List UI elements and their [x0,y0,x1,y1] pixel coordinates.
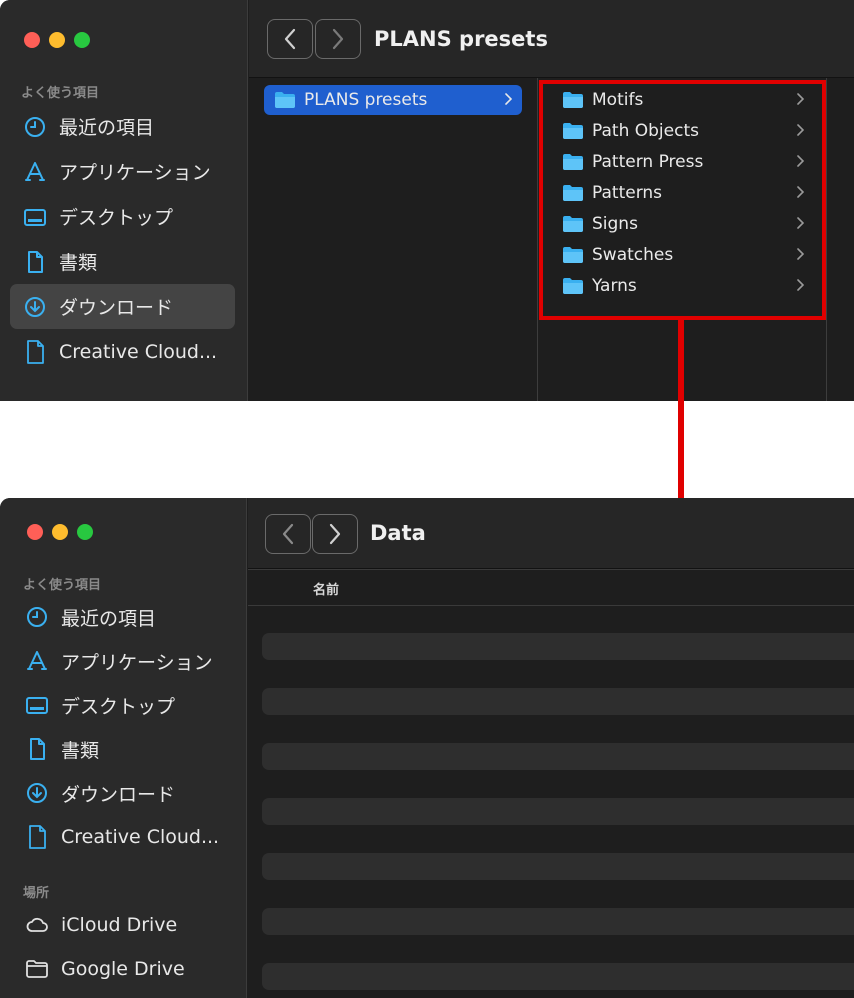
sidebar-item-label: ダウンロード [61,783,176,806]
sidebar-item-documents[interactable]: 書類 [12,727,237,771]
sidebar-item-recents[interactable]: 最近の項目 [12,595,237,639]
sidebar-item-label: デスクトップ [59,207,174,229]
empty-list-row [262,908,854,935]
document-icon [24,736,50,762]
sidebar-item-desktop[interactable]: デスクトップ [10,194,235,239]
sidebar-item-desktop[interactable]: デスクトップ [12,683,237,727]
applications-icon [24,648,50,674]
chevron-left-icon [282,523,294,545]
back-button[interactable] [267,19,313,59]
close-window-button[interactable] [24,32,40,48]
chevron-right-icon [329,523,341,545]
minimize-window-button[interactable] [52,524,68,540]
download-icon [22,294,48,320]
sidebar-item-documents[interactable]: 書類 [10,239,235,284]
favorites-list: 最近の項目 アプリケーション デスクトップ 書類 ダウンロード Creative… [10,104,235,374]
sidebar-item-creative-cloud[interactable]: Creative Cloud... [12,815,237,859]
chevron-left-icon [284,28,296,50]
sidebar-item-label: アプリケーション [61,651,213,674]
clock-icon [22,114,48,140]
sidebar-item-google-drive[interactable]: Google Drive [12,947,237,991]
favorites-header: よく使う項目 [23,578,102,593]
sidebar: よく使う項目 最近の項目 アプリケーション デスクトップ 書類 ダウンロード C… [0,498,247,998]
applications-icon [22,159,48,185]
cloud-icon [24,912,50,938]
chevron-right-icon [332,28,344,50]
column-item-plans-presets[interactable]: PLANS presets [264,85,522,115]
locations-list: iCloud Drive Google Drive [12,903,237,991]
download-icon [24,780,50,806]
desktop-icon [22,204,48,230]
empty-list-row [262,688,854,715]
folder-icon [275,92,295,108]
sidebar-item-downloads[interactable]: ダウンロード [12,771,237,815]
sidebar-item-label: Creative Cloud... [59,340,218,363]
finder-window-data: よく使う項目 最近の項目 アプリケーション デスクトップ 書類 ダウンロード C… [0,498,854,998]
back-button[interactable] [265,514,311,554]
window-controls [24,32,90,48]
empty-list-row [262,963,854,990]
window-controls [27,524,93,540]
empty-list-row [262,743,854,770]
empty-list-row [262,633,854,660]
locations-header: 場所 [23,886,50,901]
forward-button[interactable] [312,514,358,554]
column-3 [827,78,854,401]
desktop-icon [24,692,50,718]
sidebar-item-label: iCloud Drive [61,914,178,936]
file-icon [22,339,48,365]
clock-icon [24,604,50,630]
window-title: Data [370,521,426,545]
annotation-highlight-box [539,80,826,320]
column-1: PLANS presets [249,78,538,401]
sidebar-item-icloud-drive[interactable]: iCloud Drive [12,903,237,947]
empty-list-row [262,853,854,880]
sidebar-item-downloads[interactable]: ダウンロード [10,284,235,329]
sidebar-item-label: 書類 [59,252,98,274]
document-icon [22,249,48,275]
file-icon [24,824,50,850]
column-item-label: PLANS presets [304,90,428,110]
column-header-name[interactable]: 名前 [313,579,339,598]
sidebar-item-creative-cloud[interactable]: Creative Cloud... [10,329,235,374]
chevron-right-icon [505,93,512,105]
sidebar-item-label: 最近の項目 [59,117,155,139]
sidebar-item-label: デスクトップ [61,695,176,718]
sidebar-item-label: Creative Cloud... [61,826,220,848]
sidebar-item-applications[interactable]: アプリケーション [10,149,235,194]
sidebar-item-label: Google Drive [61,958,185,980]
folder-outline-icon [24,956,50,982]
sidebar-item-label: 書類 [61,739,100,762]
minimize-window-button[interactable] [49,32,65,48]
list-header: 名前 [248,569,854,606]
sidebar: よく使う項目 最近の項目 アプリケーション デスクトップ 書類 ダウンロード C… [0,0,248,401]
favorites-list: 最近の項目 アプリケーション デスクトップ 書類 ダウンロード Creative… [12,595,237,859]
empty-list-row [262,798,854,825]
zoom-window-button[interactable] [77,524,93,540]
toolbar: Data [248,498,854,569]
sidebar-item-applications[interactable]: アプリケーション [12,639,237,683]
window-title: PLANS presets [374,27,548,51]
sidebar-item-label: ダウンロード [59,297,174,319]
close-window-button[interactable] [27,524,43,540]
sidebar-item-recents[interactable]: 最近の項目 [10,104,235,149]
forward-button[interactable] [315,19,361,59]
toolbar: PLANS presets [249,0,854,78]
zoom-window-button[interactable] [74,32,90,48]
favorites-header: よく使う項目 [21,86,100,101]
sidebar-item-label: アプリケーション [59,162,211,184]
sidebar-item-label: 最近の項目 [61,607,157,630]
